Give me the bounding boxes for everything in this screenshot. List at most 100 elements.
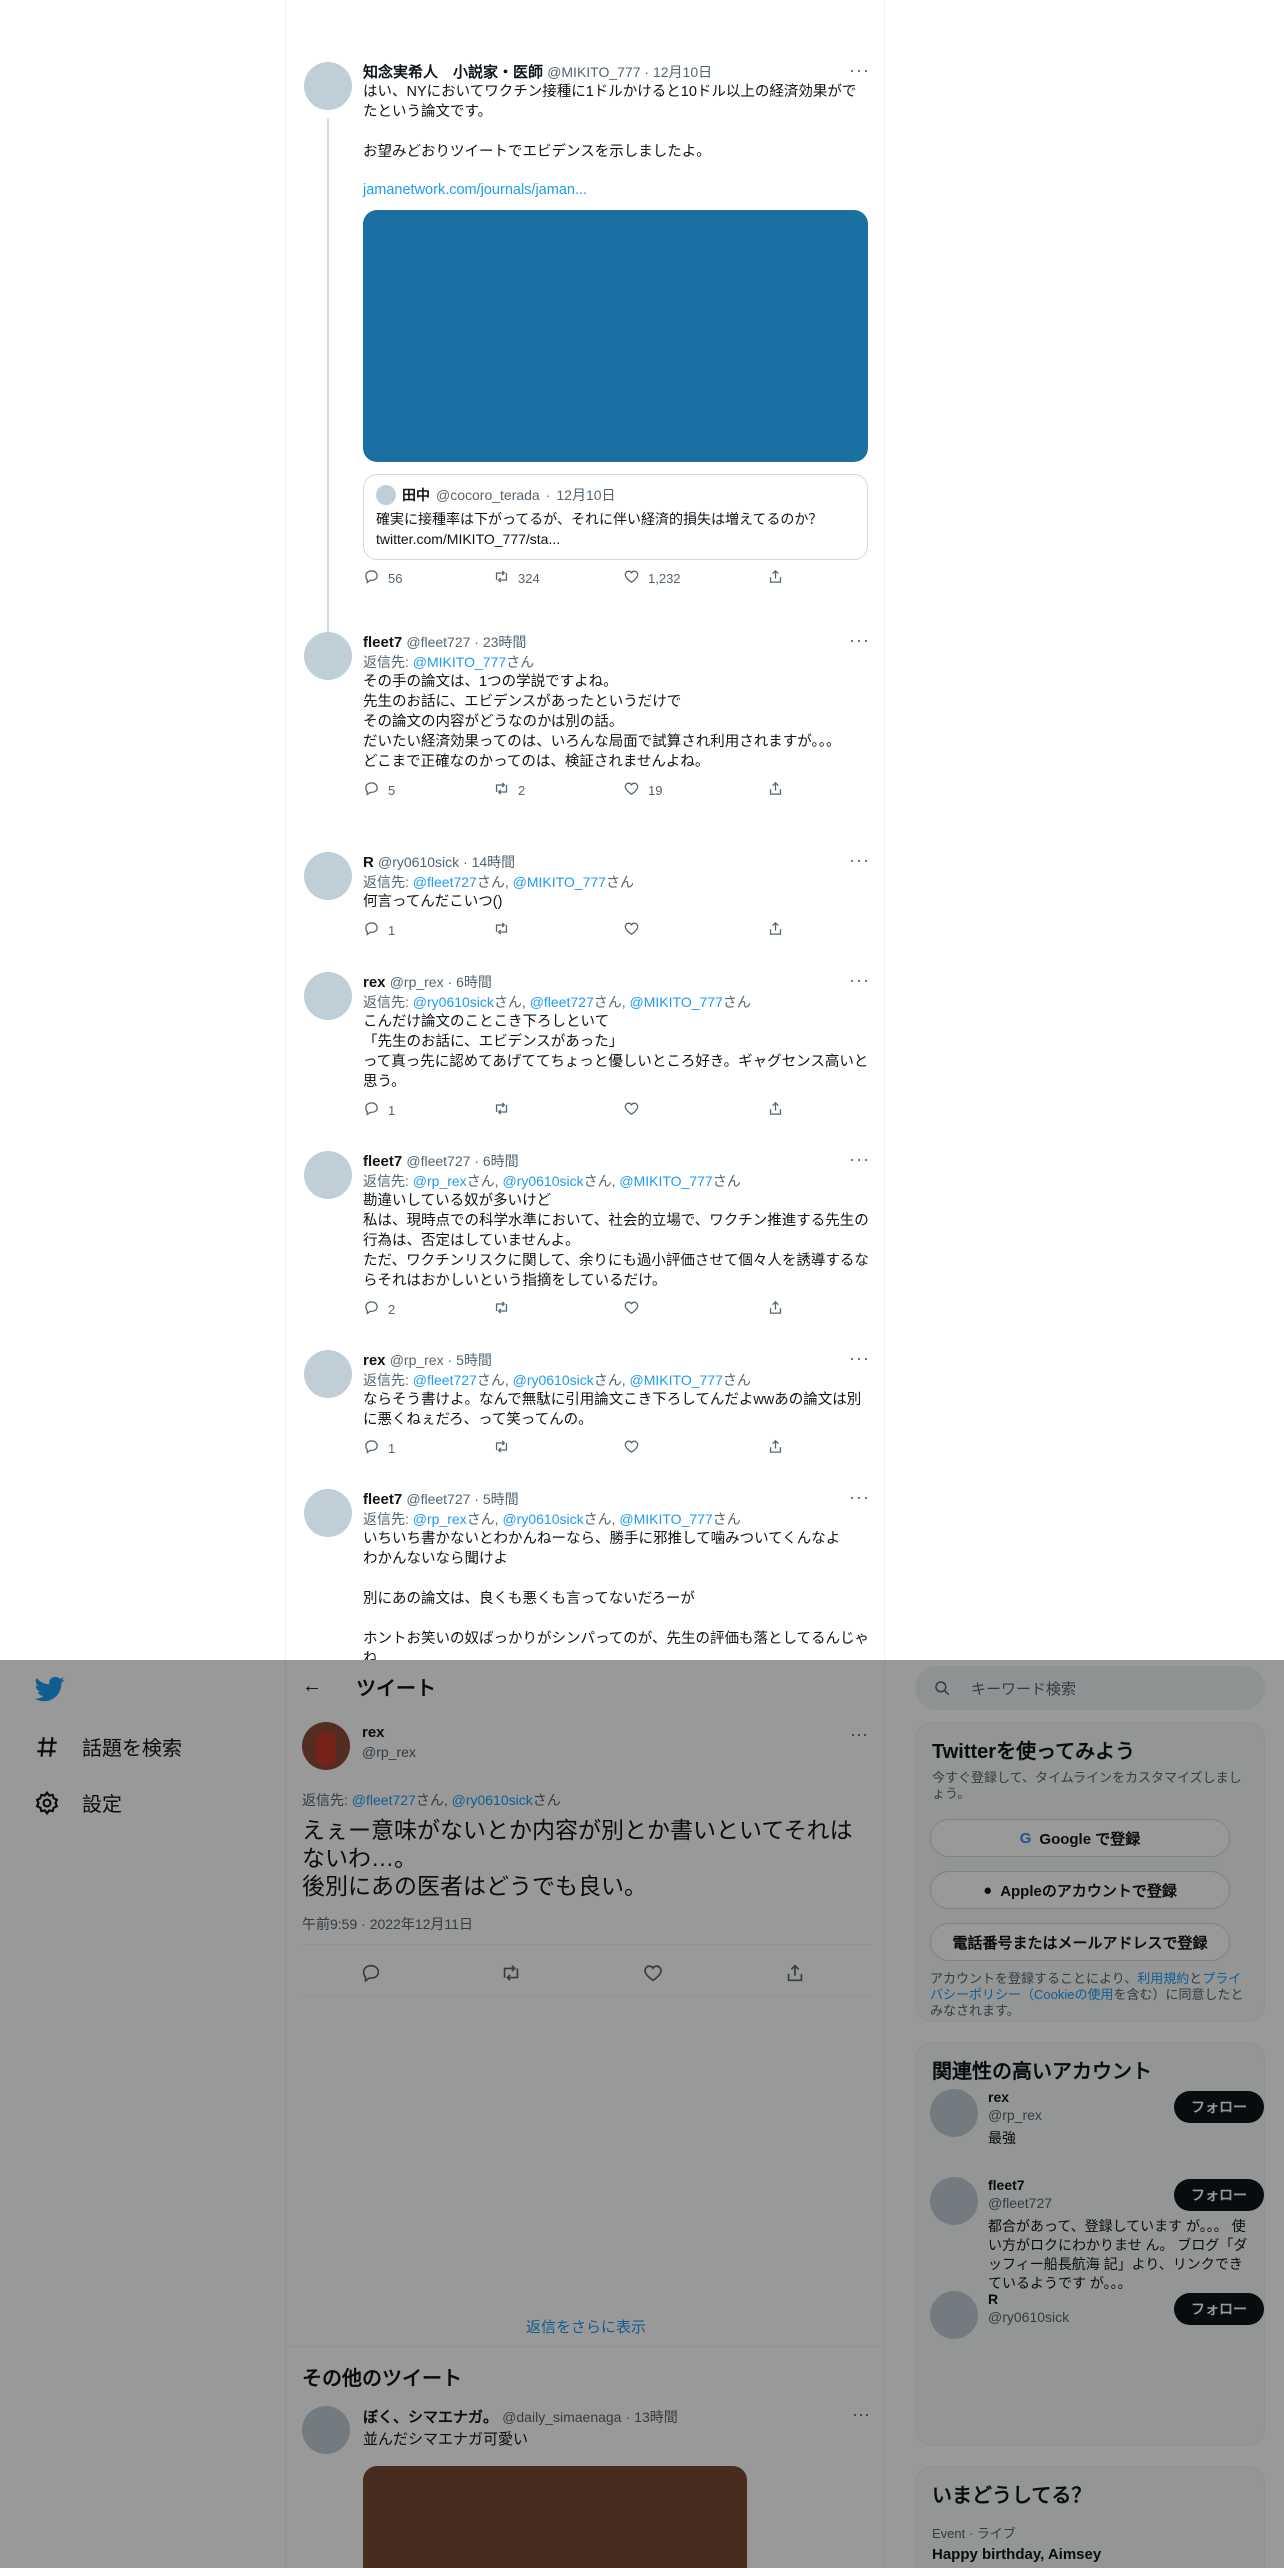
account-handle[interactable]: @fleet727	[988, 2195, 1052, 2211]
avatar[interactable]	[304, 972, 352, 1020]
account-name[interactable]: rex	[988, 2089, 1009, 2105]
share-button[interactable]	[767, 568, 784, 588]
tweet-link[interactable]: jamanetwork.com/journals/jaman...	[363, 180, 870, 200]
reply-to[interactable]: 返信先: @fleet727さん, @MIKITO_777さん	[363, 872, 870, 892]
google-signup-button[interactable]: G Google で登録	[930, 1819, 1230, 1857]
trend-item[interactable]: Happy birthday, Aimsey	[932, 2546, 1248, 2563]
account-name[interactable]: R	[988, 2291, 998, 2307]
author-name[interactable]: fleet7	[363, 1491, 402, 1508]
author-handle[interactable]: @rp_rex	[390, 974, 444, 990]
reply-to[interactable]: 返信先: @rp_rexさん, @ry0610sickさん, @MIKITO_7…	[363, 1171, 870, 1191]
more-options-icon[interactable]: ···	[849, 1348, 870, 1369]
share-button[interactable]	[767, 1438, 784, 1458]
quoted-tweet[interactable]: 田中 @cocoro_terada · 12月10日 確実に接種率は下がってるが、それに…	[363, 474, 868, 560]
mention-link[interactable]: @MIKITO_777	[413, 654, 506, 670]
author-name[interactable]: rex	[363, 1352, 386, 1369]
author-name[interactable]: rex	[363, 974, 386, 991]
author-handle[interactable]: @rp_rex	[362, 1744, 416, 1760]
retweet-button[interactable]	[493, 1438, 518, 1458]
nav-explore[interactable]: 話題を検索	[34, 1732, 182, 1761]
share-button[interactable]	[767, 920, 784, 940]
twitter-logo-icon[interactable]	[34, 1674, 66, 1704]
avatar[interactable]	[304, 1489, 352, 1537]
author-handle[interactable]: @rp_rex	[390, 1352, 444, 1368]
more-options-icon[interactable]: ···	[849, 970, 870, 991]
reply-to[interactable]: 返信先: @MIKITO_777さん	[363, 652, 870, 672]
more-options-icon[interactable]: ···	[849, 1487, 870, 1508]
more-options-icon[interactable]: ···	[852, 2404, 870, 2425]
avatar[interactable]	[930, 2089, 978, 2137]
author-name[interactable]: R	[363, 854, 374, 871]
author-name[interactable]: fleet7	[363, 634, 402, 651]
follow-button[interactable]: フォロー	[1174, 2179, 1264, 2211]
retweet-button[interactable]: 324	[493, 568, 540, 588]
avatar[interactable]	[304, 852, 352, 900]
like-button[interactable]	[623, 1100, 648, 1120]
tweet-time[interactable]: 12月10日	[653, 64, 712, 80]
quote-link[interactable]: twitter.com/MIKITO_777/sta...	[376, 529, 855, 549]
tweet-time[interactable]: 5時間	[483, 1491, 519, 1507]
more-options-icon[interactable]: ···	[849, 630, 870, 651]
avatar[interactable]	[304, 62, 352, 110]
share-button[interactable]	[767, 1299, 784, 1319]
author-handle[interactable]: @MIKITO_777	[547, 64, 640, 80]
tweet-time[interactable]: 23時間	[483, 634, 527, 650]
reply-to[interactable]: 返信先: @ry0610sickさん, @fleet727さん, @MIKITO…	[363, 992, 870, 1012]
share-button[interactable]	[767, 780, 784, 800]
search-placeholder[interactable]: キーワード検索	[971, 1678, 1076, 1699]
retweet-button[interactable]	[493, 1299, 518, 1319]
reply-to[interactable]: 返信先: @fleet727さん, @ry0610sickさん	[302, 1790, 561, 1810]
reply-to[interactable]: 返信先: @fleet727さん, @ry0610sickさん, @MIKITO…	[363, 1370, 870, 1390]
share-icon[interactable]	[784, 1962, 806, 1989]
back-arrow-icon[interactable]: ←	[302, 1675, 342, 1698]
tweet-image[interactable]	[363, 2466, 747, 2568]
avatar[interactable]	[930, 2291, 978, 2339]
more-options-icon[interactable]: ···	[849, 850, 870, 871]
reply-icon[interactable]	[360, 1962, 382, 1989]
like-button[interactable]: 1,232	[623, 568, 681, 588]
apple-signup-button[interactable]: ● Appleのアカウントで登録	[930, 1871, 1230, 1909]
nav-settings[interactable]: 設定	[34, 1788, 122, 1817]
avatar[interactable]	[930, 2177, 978, 2225]
reply-to[interactable]: 返信先: @rp_rexさん, @ry0610sickさん, @MIKITO_7…	[363, 1509, 870, 1529]
avatar[interactable]	[304, 1350, 352, 1398]
like-button[interactable]	[623, 1438, 648, 1458]
author-handle[interactable]: @ry0610sick	[378, 854, 459, 870]
author-handle[interactable]: @daily_simaenaga	[502, 2409, 621, 2425]
tweet-time[interactable]: 6時間	[483, 1153, 519, 1169]
follow-button[interactable]: フォロー	[1174, 2293, 1264, 2325]
reply-button[interactable]: 1	[363, 1100, 395, 1120]
like-button[interactable]	[623, 1299, 648, 1319]
tweet-timestamp[interactable]: 午前9:59 · 2022年12月11日	[302, 1914, 473, 1934]
retweet-icon[interactable]	[500, 1962, 522, 1989]
follow-button[interactable]: フォロー	[1174, 2091, 1264, 2123]
reply-button[interactable]: 1	[363, 920, 395, 940]
author-handle[interactable]: @fleet727	[406, 1153, 470, 1169]
author-handle[interactable]: @fleet727	[406, 634, 470, 650]
tweet-media-card[interactable]	[363, 210, 868, 462]
account-handle[interactable]: @ry0610sick	[988, 2309, 1069, 2325]
reply-button[interactable]: 1	[363, 1438, 395, 1458]
avatar[interactable]	[304, 1151, 352, 1199]
author-name[interactable]: fleet7	[363, 1153, 402, 1170]
retweet-button[interactable]	[493, 920, 518, 940]
more-options-icon[interactable]: ···	[850, 1724, 868, 1745]
search-box[interactable]: キーワード検索	[915, 1666, 1265, 1710]
tweet-time[interactable]: 6時間	[456, 974, 492, 990]
author-name[interactable]: ぼく、シマエナガ。	[363, 2409, 498, 2426]
reply-button[interactable]: 56	[363, 568, 402, 588]
account-handle[interactable]: @rp_rex	[988, 2107, 1042, 2123]
retweet-button[interactable]: 2	[493, 780, 525, 800]
author-name[interactable]: rex	[362, 1724, 385, 1741]
more-options-icon[interactable]: ···	[849, 60, 870, 81]
avatar[interactable]	[302, 2406, 350, 2454]
retweet-button[interactable]	[493, 1100, 518, 1120]
author-name[interactable]: 知念実希人 小説家・医師	[363, 64, 543, 81]
like-icon[interactable]	[642, 1962, 664, 1989]
account-name[interactable]: fleet7	[988, 2177, 1025, 2193]
avatar[interactable]	[304, 632, 352, 680]
show-more-replies-link[interactable]: 返信をさらに表示	[286, 2316, 886, 2337]
like-button[interactable]: 19	[623, 780, 662, 800]
tweet-time[interactable]: 14時間	[472, 854, 516, 870]
tweet-time[interactable]: 13時間	[634, 2409, 678, 2425]
